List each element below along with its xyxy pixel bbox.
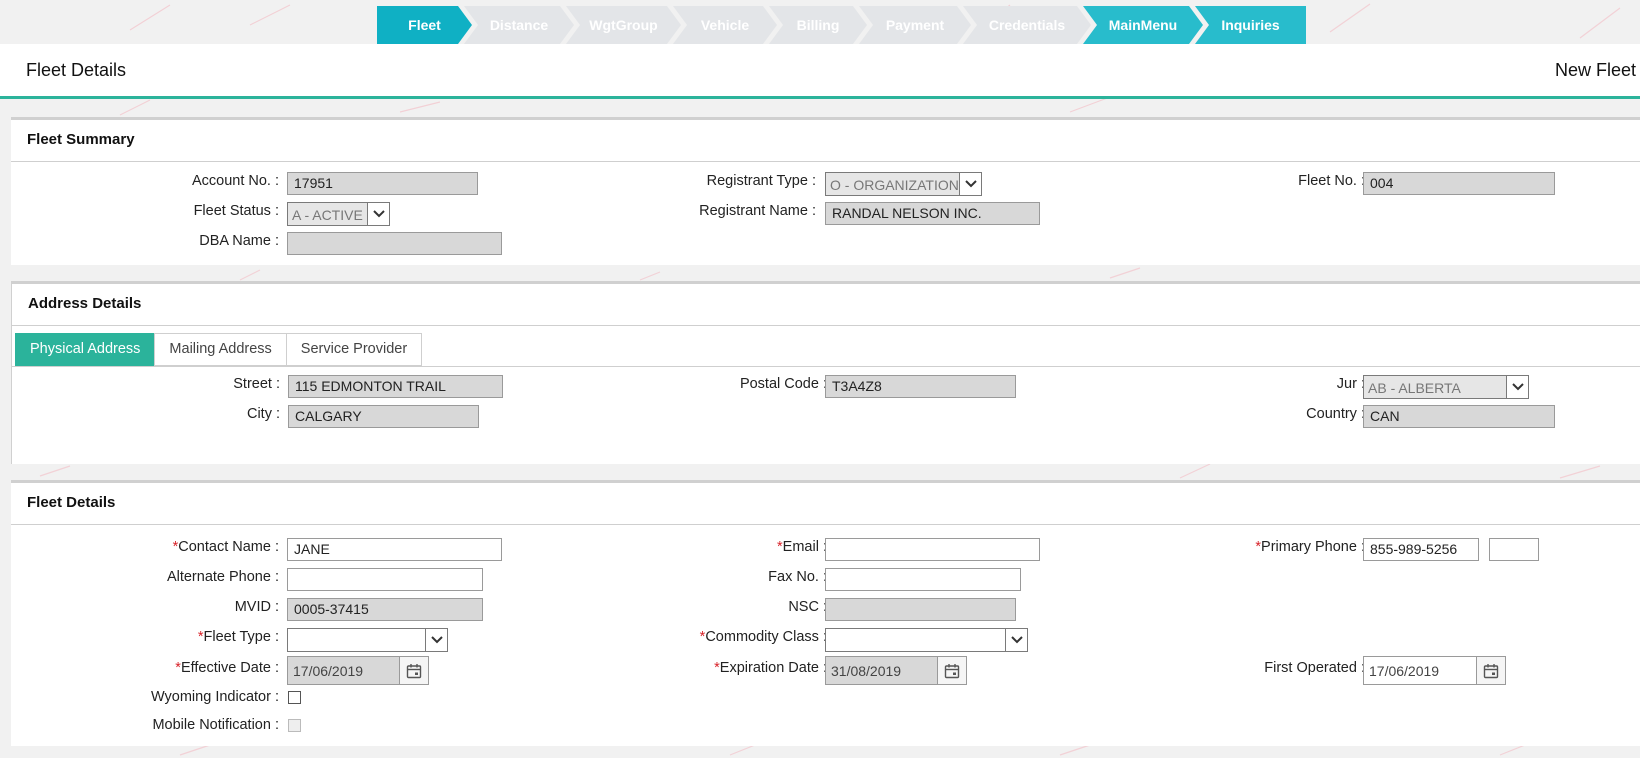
first-operated-picker[interactable]: 17/06/2019 (1363, 656, 1506, 685)
mobile-notification-label: Mobile Notification : (152, 717, 279, 733)
country-label: Country : (1306, 406, 1365, 422)
primary-phone-field[interactable]: 855-989-5256 (1363, 538, 1479, 561)
primary-phone-label: *Primary Phone : (1255, 539, 1365, 555)
effective-date-label: *Effective Date : (175, 660, 279, 676)
mvid-field[interactable]: 0005-37415 (287, 598, 483, 621)
city-field[interactable]: CALGARY (288, 405, 479, 428)
alternate-phone-label: Alternate Phone : (166, 569, 279, 585)
postal-code-label: Postal Code : (739, 376, 827, 392)
address-tabs: Physical Address Mailing Address Service… (15, 333, 423, 366)
email-field[interactable] (825, 538, 1040, 561)
tab-service-provider[interactable]: Service Provider (285, 333, 423, 366)
expiration-date-picker[interactable]: 31/08/2019 (825, 656, 967, 685)
effective-date-value[interactable]: 17/06/2019 (288, 657, 399, 684)
page-header: Fleet Details New Fleet (0, 44, 1640, 99)
calendar-icon[interactable] (399, 657, 428, 684)
nsc-label: NSC : (788, 599, 827, 615)
first-operated-label: First Operated : (1264, 660, 1365, 676)
address-details-panel: Address Details Physical Address Mailing… (11, 281, 1640, 464)
step-wgtgroup[interactable]: WgtGroup (566, 6, 681, 44)
fleet-status-select[interactable]: A - ACTIVE (287, 202, 390, 226)
step-credentials[interactable]: Credentials (963, 6, 1091, 44)
chevron-down-icon (1506, 376, 1528, 398)
chevron-down-icon (959, 173, 981, 195)
fleet-summary-title: Fleet Summary (11, 120, 1640, 162)
expiration-date-value[interactable]: 31/08/2019 (826, 657, 937, 684)
alternate-phone-field[interactable] (287, 568, 483, 591)
address-details-title: Address Details (12, 284, 1640, 326)
registrant-name-field[interactable]: RANDAL NELSON INC. (825, 202, 1040, 225)
commodity-class-select[interactable] (825, 628, 1028, 652)
fleet-details-panel: Fleet Details *Contact Name : JANE *Emai… (11, 480, 1640, 746)
city-label: City : (246, 406, 280, 422)
calendar-icon[interactable] (1476, 657, 1505, 684)
jur-value: AB - ALBERTA (1368, 380, 1461, 396)
postal-code-field[interactable]: T3A4Z8 (825, 375, 1016, 398)
fleet-summary-panel: Fleet Summary Account No. : 17951 Regist… (11, 117, 1640, 265)
dba-name-label: DBA Name : (199, 233, 279, 249)
mode-title: New Fleet (1554, 60, 1636, 80)
fleet-no-field[interactable]: 004 (1363, 172, 1555, 195)
registrant-type-value: O - ORGANIZATION (830, 177, 959, 193)
account-no-label: Account No. : (191, 173, 279, 189)
fleet-status-label: Fleet Status : (193, 203, 279, 219)
mvid-label: MVID : (234, 599, 279, 615)
tab-divider (12, 366, 1640, 367)
jur-select[interactable]: AB - ALBERTA (1363, 375, 1529, 399)
step-inquiries[interactable]: Inquiries (1195, 6, 1306, 44)
wizard-steps: Fleet Distance WgtGroup Vehicle Billing … (377, 6, 1306, 44)
nsc-field[interactable] (825, 598, 1016, 621)
tab-mailing-address[interactable]: Mailing Address (154, 333, 287, 366)
tab-physical-address[interactable]: Physical Address (15, 333, 156, 366)
street-label: Street : (233, 376, 280, 392)
registrant-type-select[interactable]: O - ORGANIZATION (825, 172, 982, 196)
step-fleet[interactable]: Fleet (377, 6, 472, 44)
fleet-status-value: A - ACTIVE (292, 207, 363, 223)
registrant-name-label: Registrant Name : (699, 203, 816, 219)
step-distance[interactable]: Distance (464, 6, 574, 44)
contact-name-field[interactable]: JANE (287, 538, 502, 561)
chevron-down-icon (367, 203, 389, 225)
fleet-type-select[interactable] (287, 628, 448, 652)
primary-phone-ext-field[interactable] (1489, 538, 1539, 561)
commodity-class-label: *Commodity Class : (699, 629, 827, 645)
step-billing[interactable]: Billing (769, 6, 867, 44)
registrant-type-label: Registrant Type : (706, 173, 816, 189)
fax-no-label: Fax No. : (768, 569, 827, 585)
chevron-down-icon (1005, 629, 1027, 651)
country-field[interactable]: CAN (1363, 405, 1555, 428)
page-title: Fleet Details (26, 60, 127, 80)
dba-name-field[interactable] (287, 232, 502, 255)
chevron-down-icon (425, 629, 447, 651)
fax-no-field[interactable] (825, 568, 1021, 591)
wyoming-indicator-checkbox[interactable] (288, 691, 301, 704)
email-label: *Email : (777, 539, 827, 555)
wyoming-indicator-label: Wyoming Indicator : (150, 689, 279, 705)
fleet-no-label: Fleet No. : (1298, 173, 1365, 189)
street-field[interactable]: 115 EDMONTON TRAIL (288, 375, 503, 398)
step-mainmenu[interactable]: MainMenu (1083, 6, 1203, 44)
account-no-field[interactable]: 17951 (287, 172, 478, 195)
step-payment[interactable]: Payment (859, 6, 971, 44)
effective-date-picker[interactable]: 17/06/2019 (287, 656, 429, 685)
step-vehicle[interactable]: Vehicle (673, 6, 777, 44)
mobile-notification-checkbox[interactable] (288, 719, 301, 732)
first-operated-value[interactable]: 17/06/2019 (1364, 657, 1476, 684)
contact-name-label: *Contact Name : (172, 539, 279, 555)
jur-label: Jur : (1336, 376, 1365, 392)
calendar-icon[interactable] (937, 657, 966, 684)
fleet-details-title: Fleet Details (11, 483, 1640, 525)
fleet-type-label: *Fleet Type : (197, 629, 279, 645)
expiration-date-label: *Expiration Date : (714, 660, 827, 676)
